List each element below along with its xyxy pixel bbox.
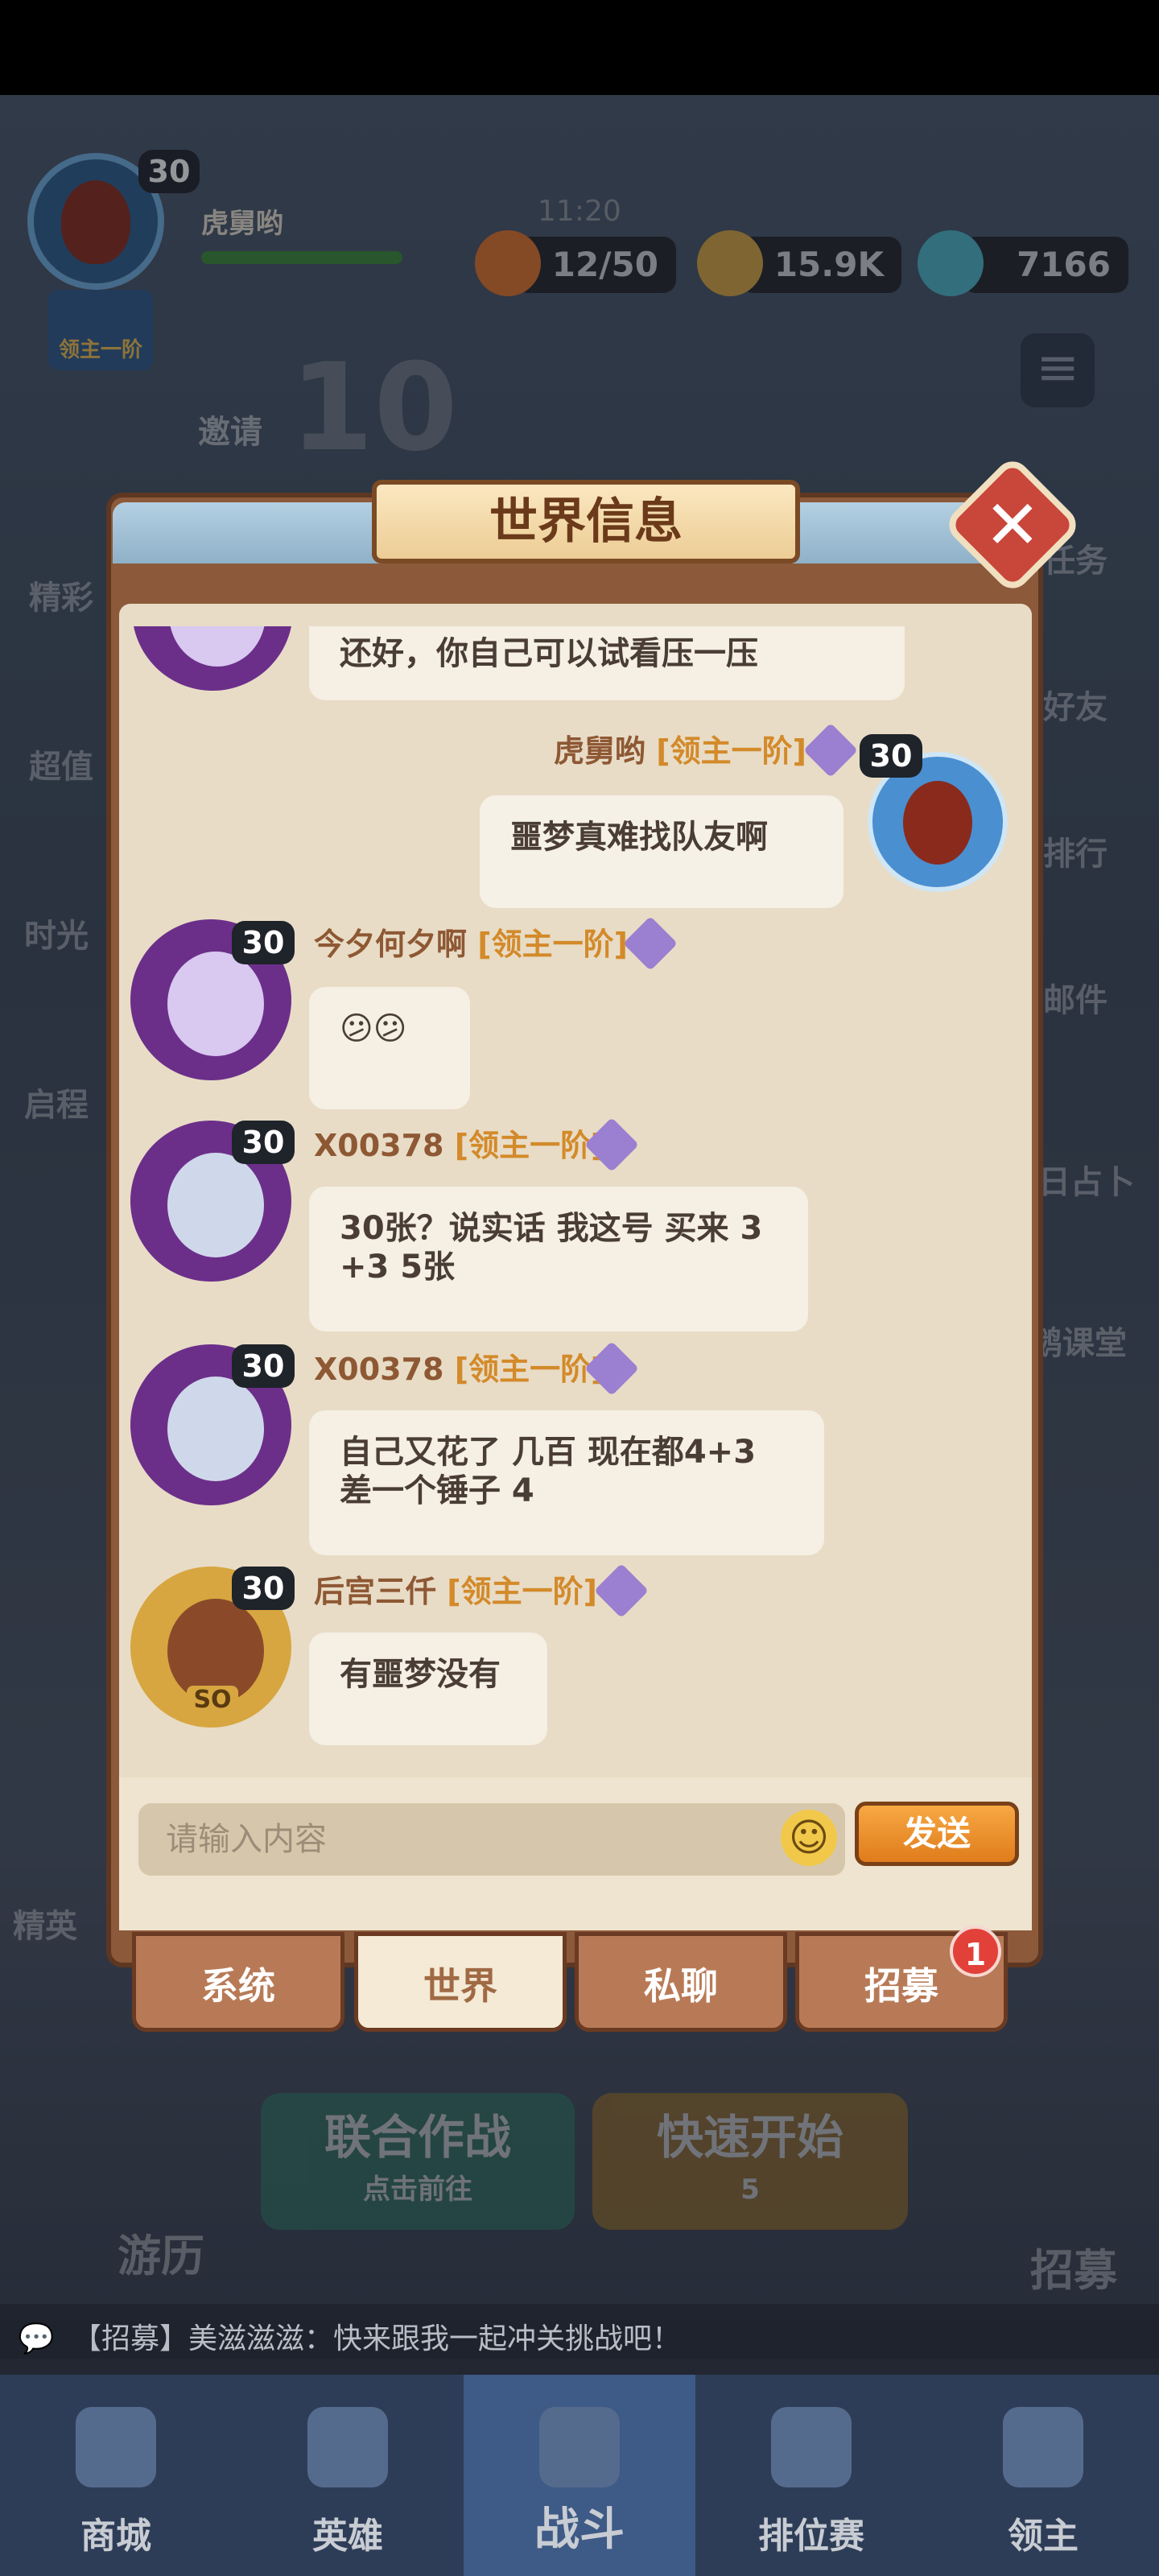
shop-icon [76,2407,156,2487]
chat-bubble: 😕😕 [309,987,470,1109]
chat-bubble: 有噩梦没有 [309,1633,547,1745]
nav-ranked[interactable]: 排位赛 [695,2375,927,2576]
chat-bubble: 自己又花了 几百 现在都4+3 差一个锤子 4 [309,1410,824,1555]
dialog-title: 世界信息 [372,480,800,564]
nav-heroes[interactable]: 英雄 [232,2375,464,2576]
avatar-level: 30 [232,1344,295,1388]
avatar-level: 30 [860,734,922,778]
nav-shop[interactable]: 商城 [0,2375,232,2576]
broadcast-ticker[interactable]: 💬 【招募】美滋滋滋：快来跟我一起冲关挑战吧！ [0,2304,1159,2375]
avatar-level: 30 [232,921,295,964]
banner-icon [1003,2407,1083,2487]
chat-bubble-self: 噩梦真难找队友啊 [480,795,843,908]
sender-name: 虎舅哟 [领主一阶] [554,733,806,769]
hero-card-icon [307,2407,388,2487]
sender-name: 后宫三仟 [领主一阶] [314,1574,597,1609]
chat-bubble: 30张？说实话 我这号 买来 3 +3 5张 [309,1187,808,1331]
emoji-icon[interactable]: ☺ [781,1810,837,1866]
recruit-notification-badge: 1 [950,1926,1001,1977]
tab-system[interactable]: 系统 [132,1932,344,2032]
nav-lord[interactable]: 领主 [927,2375,1159,2576]
tab-world[interactable]: 世界 [354,1932,567,2032]
close-icon[interactable]: ✕ [963,475,1062,575]
ticker-text: 【招募】美滋滋滋：快来跟我一起冲关挑战吧！ [72,2322,682,2355]
avatar-level: 30 [232,1567,295,1610]
avatar[interactable] [132,626,293,691]
chat-list[interactable]: 还好，你自己可以试看压一压 虎舅哟 [领主一阶] 30 噩梦真难找队友啊 30 … [119,626,1032,1774]
avatar-level: 30 [232,1121,295,1164]
rank-gem-icon [623,916,678,971]
chat-bubble: 还好，你自己可以试看压一压 [309,626,905,700]
nav-battle[interactable]: 战斗 [464,2375,695,2576]
rank-gem-icon [594,1563,649,1618]
tab-private[interactable]: 私聊 [575,1932,787,2032]
message-input[interactable]: 请输入内容 [138,1803,845,1876]
status-bar [0,0,1159,95]
crossed-swords-icon [539,2407,620,2487]
send-button[interactable]: 发送 [855,1802,1019,1866]
sender-name: X00378 [领主一阶] [314,1352,605,1387]
sender-name: 今夕何夕啊 [领主一阶] [314,927,628,962]
trophy-shield-icon [771,2407,852,2487]
avatar-tier-badge: SO [187,1686,238,1715]
rank-gem-icon [803,723,858,778]
sender-name: X00378 [领主一阶] [314,1128,605,1163]
chat-bubble-icon: 💬 [18,2322,55,2355]
